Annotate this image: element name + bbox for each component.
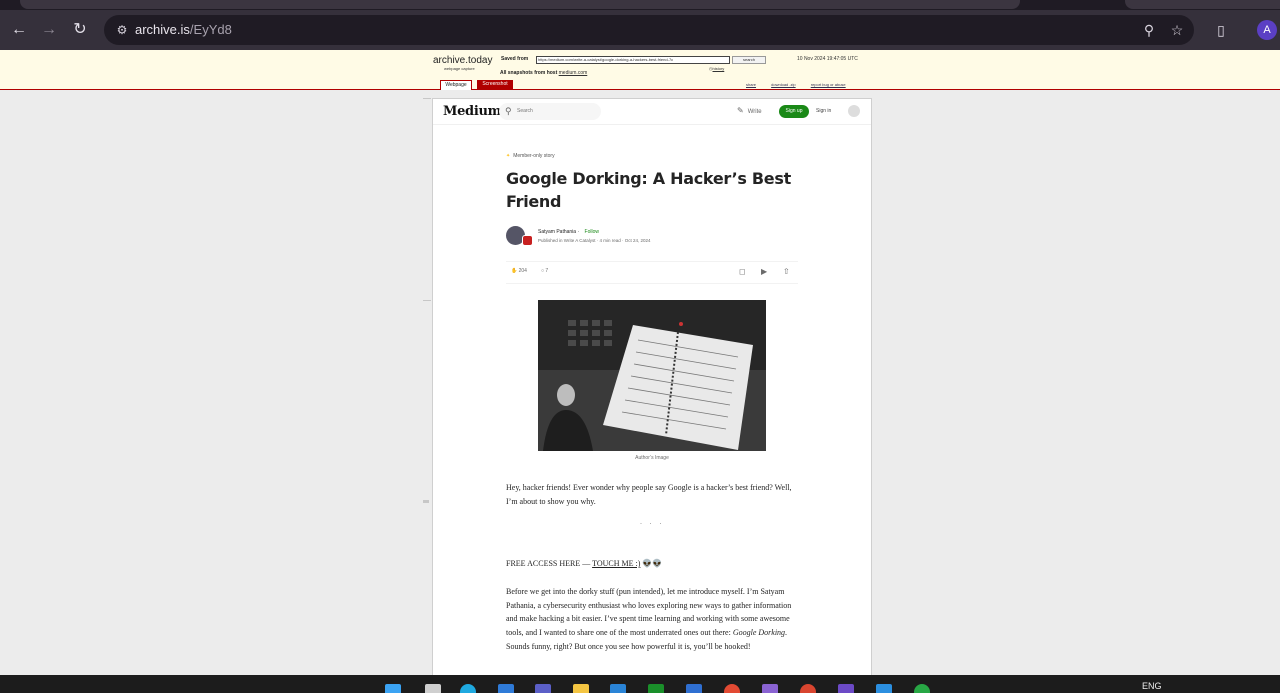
- scroll-marker: [423, 500, 429, 503]
- teams-icon[interactable]: [535, 684, 551, 693]
- archive-links: share download .zip report bug or abuse: [746, 82, 860, 87]
- profile-avatar[interactable]: A: [1257, 20, 1277, 40]
- image-caption: Author’s Image: [635, 455, 669, 461]
- author-line: Satyam Pathania · Follow: [538, 229, 599, 235]
- language-indicator[interactable]: ENG: [1142, 681, 1162, 691]
- author-name[interactable]: Satyam Pathania: [538, 229, 576, 235]
- search-icon: ⚲: [505, 106, 512, 116]
- follow-link[interactable]: Follow: [585, 229, 599, 235]
- browser-tab[interactable]: [20, 0, 1020, 9]
- user-avatar-icon[interactable]: [848, 105, 860, 117]
- actions-divider: [506, 261, 798, 262]
- tab-screenshot[interactable]: Screenshot: [477, 80, 513, 90]
- share-link[interactable]: share: [746, 82, 756, 87]
- publish-meta: Published in Write A Catalyst · 4 min re…: [538, 238, 651, 243]
- article-title: Google Dorking: A Hacker’s Best Friend: [506, 169, 791, 211]
- browser-toolbar: ← → ↻ ⚙ archive.is/EyYd8 ⚲ ☆ ▯ A: [0, 10, 1280, 50]
- start-icon[interactable]: [385, 684, 401, 693]
- history-link[interactable]: ◷history: [709, 66, 724, 71]
- signup-button[interactable]: Sign up: [779, 105, 809, 118]
- file-icon[interactable]: [425, 684, 441, 693]
- touch-me-link[interactable]: TOUCH ME :): [592, 559, 640, 568]
- publication-avatar[interactable]: [522, 235, 533, 246]
- forward-arrow-icon[interactable]: →: [38, 19, 60, 41]
- all-snapshots: All snapshots from host medium.com: [500, 70, 588, 76]
- play-icon[interactable]: ▶: [761, 267, 767, 276]
- site-settings-icon[interactable]: ⚙: [114, 22, 130, 38]
- capture-date: 10 Nov 2024 19:47:05 UTC: [797, 56, 858, 62]
- article-hero-image: [538, 300, 766, 451]
- saved-url-field[interactable]: https://medium.com/write-a-catalyst/goog…: [536, 56, 730, 64]
- responses-button[interactable]: ○ 7: [541, 268, 548, 274]
- vscode-icon[interactable]: [876, 684, 892, 693]
- publication-link[interactable]: Write A Catalyst: [564, 238, 596, 243]
- url-text[interactable]: archive.is/EyYd8: [135, 22, 232, 37]
- download-link[interactable]: download .zip: [771, 82, 795, 87]
- medium-logo[interactable]: Medium: [443, 104, 501, 119]
- edge-icon[interactable]: [460, 684, 476, 693]
- comment-icon: ○: [541, 268, 545, 274]
- saved-from-label: Saved from: [501, 56, 529, 62]
- clap-icon: ✋: [511, 268, 518, 274]
- write-icon: ✎: [737, 106, 744, 115]
- tab-webpage[interactable]: Webpage: [440, 80, 472, 90]
- address-bar[interactable]: ⚙ archive.is/EyYd8 ⚲ ☆: [104, 15, 1194, 45]
- medium-search-input[interactable]: ⚲ Search: [499, 103, 601, 120]
- folder-icon[interactable]: [573, 684, 589, 693]
- archive-logo-sub: webpage capture: [444, 66, 475, 71]
- archive-logo[interactable]: archive.today: [433, 55, 492, 66]
- report-link[interactable]: report bug or abuse: [811, 82, 846, 87]
- store-icon[interactable]: [610, 684, 626, 693]
- host-link[interactable]: medium.com: [559, 70, 588, 76]
- clap-button[interactable]: ✋ 204: [511, 268, 527, 274]
- star-icon[interactable]: ☆: [1168, 21, 1186, 39]
- app-icon[interactable]: [914, 684, 930, 693]
- app-icon[interactable]: [762, 684, 778, 693]
- scroll-marker: [423, 300, 431, 301]
- zoom-icon[interactable]: ⚲: [1140, 21, 1158, 39]
- scroll-marker: [423, 98, 431, 99]
- xbox-icon[interactable]: [648, 684, 664, 693]
- header-divider: [433, 124, 871, 125]
- extensions-icon[interactable]: ▯: [1210, 19, 1232, 41]
- archive-search-button[interactable]: search: [732, 56, 766, 64]
- browser-icon[interactable]: [800, 684, 816, 693]
- code-app-icon[interactable]: [686, 684, 702, 693]
- share-icon[interactable]: ⇧: [783, 267, 790, 276]
- chrome-icon[interactable]: [724, 684, 740, 693]
- section-separator: · · ·: [640, 521, 665, 527]
- tab-strip: [0, 0, 1280, 10]
- back-arrow-icon[interactable]: ←: [8, 19, 30, 41]
- taskbar: ENG: [0, 675, 1280, 693]
- tab-strip-right: [1125, 0, 1280, 9]
- reload-icon[interactable]: ↻: [69, 19, 91, 41]
- archived-page: Medium ⚲ Search ✎ Write Sign up Sign in ✦…: [432, 98, 872, 676]
- actions-divider: [506, 283, 798, 284]
- app-icon[interactable]: [498, 684, 514, 693]
- app-icon[interactable]: [838, 684, 854, 693]
- write-button[interactable]: ✎ Write: [737, 106, 762, 115]
- signin-link[interactable]: Sign in: [816, 108, 831, 114]
- archive-header: archive.today webpage capture Saved from…: [0, 50, 1280, 90]
- member-only-label: ✦ Member-only story: [506, 153, 555, 159]
- paragraph-free-access: FREE ACCESS HERE — TOUCH ME :) 👽👽: [506, 559, 663, 568]
- paragraph-intro: Hey, hacker friends! Ever wonder why peo…: [506, 483, 792, 506]
- bookmark-icon[interactable]: ◻: [739, 267, 746, 276]
- paragraph-about: Before we get into the dorky stuff (pun …: [506, 587, 792, 651]
- star-icon: ✦: [506, 153, 511, 159]
